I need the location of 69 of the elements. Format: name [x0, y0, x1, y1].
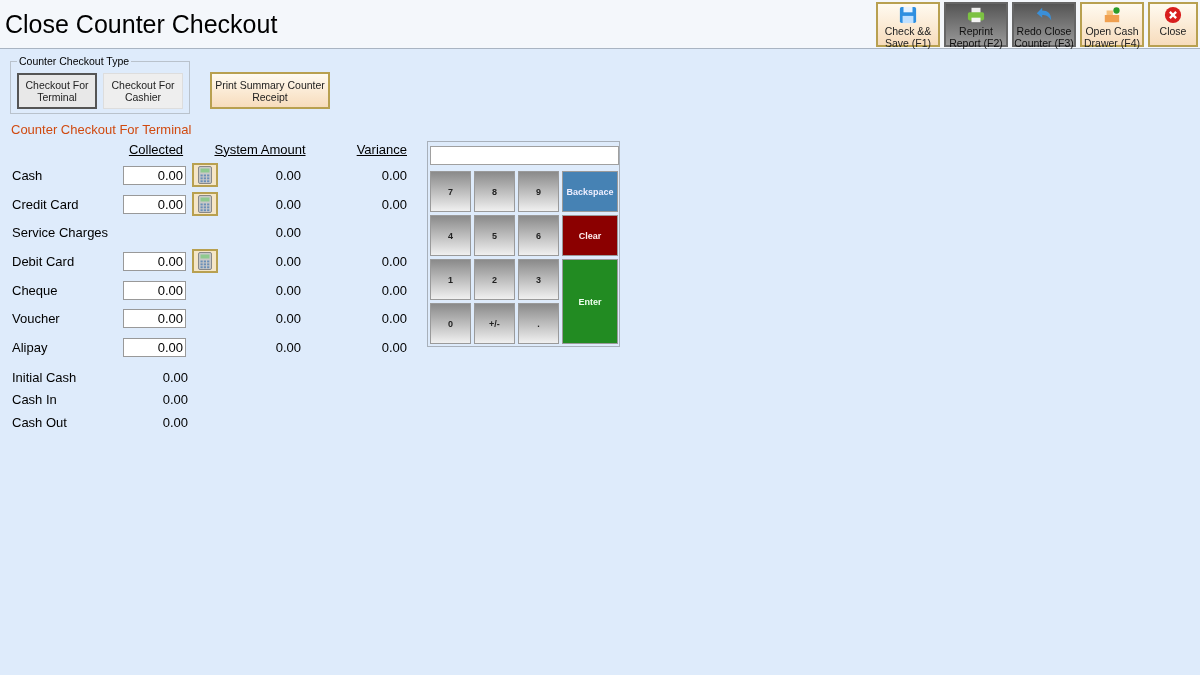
column-header: System Amount [213, 141, 307, 157]
total-label: Initial Cash [11, 369, 78, 385]
checkout-type-button[interactable]: Checkout For Terminal [17, 73, 97, 109]
row-label: Alipay [11, 339, 49, 355]
toolbar-button[interactable]: Open Cash Drawer (F4) [1080, 1, 1144, 47]
keypad-key[interactable]: 0 [430, 303, 471, 344]
variance-amount: 0.00 [380, 167, 407, 183]
variance-amount: 0.00 [380, 311, 407, 327]
keypad-key[interactable]: Enter [562, 259, 618, 344]
variance-amount: 0.00 [380, 282, 407, 298]
total-value: 0.00 [161, 414, 189, 430]
system-amount: 0.00 [274, 196, 302, 212]
amount-field[interactable]: 0.00 [123, 165, 186, 185]
variance-amount: 0.00 [380, 196, 407, 212]
calculator-icon [198, 166, 212, 185]
system-amount: 0.00 [274, 311, 302, 327]
keypad-key[interactable]: 6 [518, 215, 559, 256]
keypad-key[interactable]: 1 [430, 259, 471, 300]
row-label: Service Charges [11, 225, 110, 241]
amount-field[interactable]: 0.00 [123, 251, 186, 271]
calculator-button[interactable] [192, 163, 218, 188]
keypad-key[interactable]: 8 [474, 171, 515, 212]
keypad-key[interactable]: Clear [562, 215, 618, 256]
calculator-icon [198, 252, 212, 271]
keypad-key[interactable]: 2 [474, 259, 515, 300]
keypad-key[interactable]: 5 [474, 215, 515, 256]
keypad-key[interactable]: 3 [518, 259, 559, 300]
system-amount: 0.00 [274, 225, 302, 241]
row-label: Credit Card [11, 196, 80, 212]
row-label: Cash [11, 167, 44, 183]
total-value: 0.00 [161, 369, 189, 385]
checkout-type-button[interactable]: Checkout For Cashier [103, 73, 183, 109]
row-label: Debit Card [11, 253, 76, 269]
close-icon [1163, 5, 1183, 24]
column-header: Variance [355, 141, 407, 157]
section-title: Counter Checkout For Terminal [11, 122, 193, 137]
calculator-button[interactable] [192, 249, 218, 274]
keypad-key[interactable]: 9 [518, 171, 559, 212]
calculator-button[interactable] [192, 192, 218, 217]
window-title: Close Counter Checkout [5, 9, 278, 39]
amount-field[interactable]: 0.00 [123, 309, 186, 329]
keypad-display[interactable] [430, 146, 619, 165]
system-amount: 0.00 [274, 167, 302, 183]
variance-amount: 0.00 [380, 253, 407, 269]
amount-field[interactable]: 0.00 [123, 280, 186, 300]
toolbar-button[interactable]: Check && Save (F1) [876, 1, 940, 47]
system-amount: 0.00 [274, 282, 302, 298]
group-legend: Counter Checkout Type [17, 55, 132, 67]
row-label: Voucher [11, 311, 61, 327]
keypad-key[interactable]: Backspace [562, 171, 618, 212]
keypad-key[interactable]: 4 [430, 215, 471, 256]
variance-amount: 0.00 [380, 339, 407, 355]
printer-icon [966, 5, 986, 24]
print-receipt-button[interactable]: Print Summary Counter Receipt [210, 72, 330, 109]
amount-field[interactable]: 0.00 [123, 194, 186, 214]
keypad-key[interactable]: 7 [430, 171, 471, 212]
toolbar-button[interactable]: Close [1148, 1, 1198, 47]
column-header: Collected [127, 141, 185, 157]
cash-register-icon [1102, 5, 1122, 24]
system-amount: 0.00 [274, 339, 302, 355]
calculator-icon [198, 195, 212, 214]
keypad-key[interactable]: . [518, 303, 559, 344]
keypad-key[interactable]: +/- [474, 303, 515, 344]
system-amount: 0.00 [274, 253, 302, 269]
amount-field[interactable]: 0.00 [123, 337, 186, 357]
total-value: 0.00 [161, 392, 189, 408]
total-label: Cash Out [11, 414, 68, 430]
total-label: Cash In [11, 392, 58, 408]
row-label: Cheque [11, 282, 59, 298]
